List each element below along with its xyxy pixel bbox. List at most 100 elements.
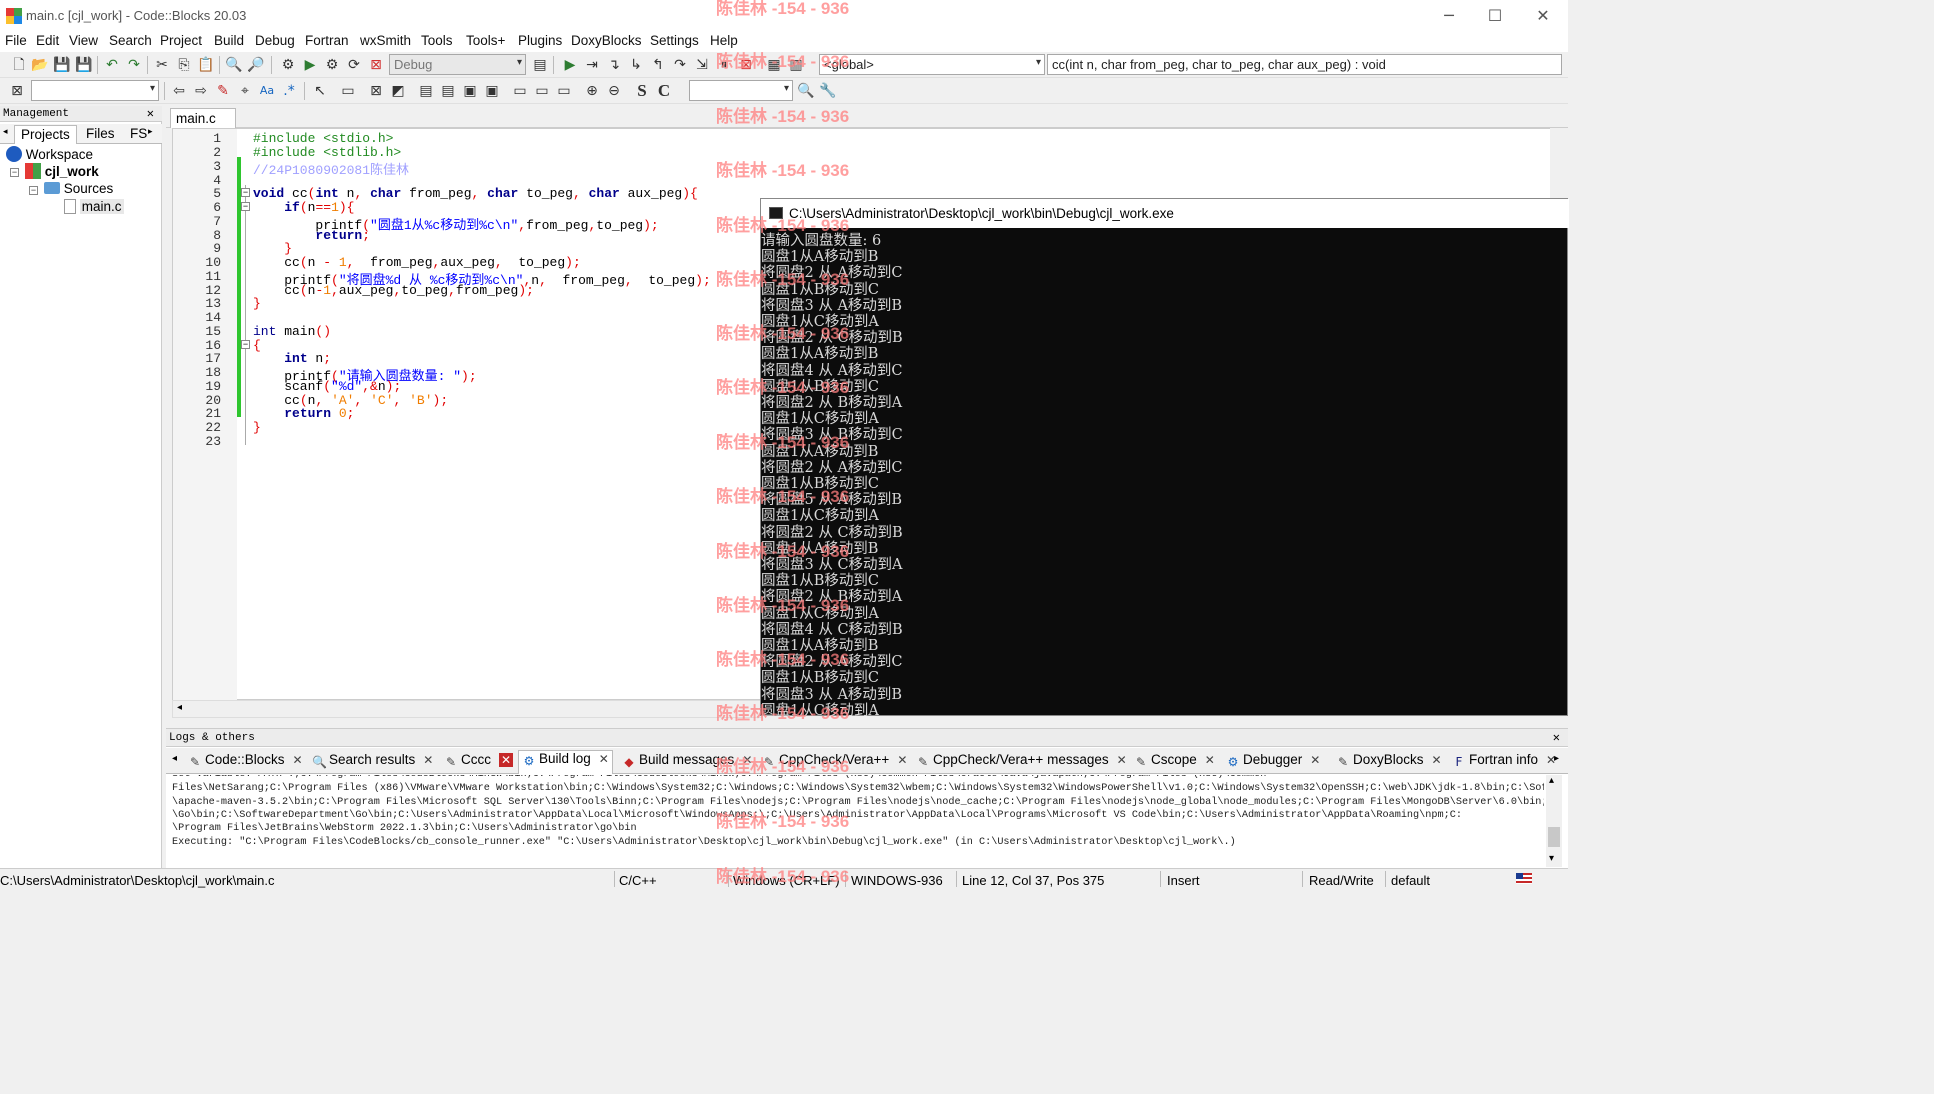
maximize-button[interactable]: ☐ [1472, 4, 1518, 28]
new-file-icon[interactable]: 🗋 [10, 56, 28, 74]
function-select[interactable]: cc(int n, char from_peg, char to_peg, ch… [1047, 54, 1562, 75]
clear-search-icon[interactable]: ⊠ [8, 82, 26, 100]
tree-project[interactable]: cjl_work [25, 163, 99, 179]
tab-log-build-log[interactable]: ⚙ Build log ✕ [518, 750, 613, 774]
tab-log-cccc[interactable]: ✎ Cccc ✕ [444, 752, 514, 769]
symbol-search-input[interactable]: ▾ [689, 80, 793, 101]
close-tab-icon[interactable]: ✕ [599, 752, 609, 766]
tab-main-c[interactable]: main.c ✕ [170, 108, 236, 141]
select-target-icon[interactable]: ⌖ [236, 82, 254, 100]
run-to-cursor-icon[interactable]: ⇥ [583, 56, 601, 74]
do-while-icon[interactable]: ▣ [483, 82, 501, 100]
zoom-in-icon[interactable]: ⊕ [583, 82, 601, 100]
break-icon[interactable]: ▭ [511, 82, 529, 100]
for-icon[interactable]: ▤ [439, 82, 457, 100]
settings-wrench-icon[interactable]: 🔧 [819, 82, 837, 100]
editor-horizontal-scrollbar[interactable]: ◂ [172, 700, 762, 718]
menu-view[interactable]: View [69, 33, 98, 48]
rebuild-icon[interactable]: ⟳ [345, 56, 363, 74]
paste-icon[interactable]: 📋 [197, 56, 215, 74]
copy-icon[interactable]: ⎘ [175, 56, 193, 74]
save-icon[interactable]: 💾 [53, 56, 71, 74]
tree-file-main[interactable]: main.c [64, 199, 124, 214]
tab-log-debugger[interactable]: ⚙ Debugger ✕ [1226, 752, 1321, 769]
menu-help[interactable]: Help [710, 33, 738, 48]
undo-icon[interactable]: ↶ [103, 56, 121, 74]
collapse-toggle-icon[interactable]: − [29, 186, 38, 195]
close-tab-icon[interactable]: ✕ [423, 753, 433, 767]
fold-toggle-icon[interactable]: − [241, 340, 250, 349]
menu-doxyblocks[interactable]: DoxyBlocks [571, 33, 642, 48]
pause-icon[interactable]: ⏸ [715, 56, 733, 74]
close-tab-icon[interactable]: ✕ [1117, 753, 1127, 767]
zoom-out-icon[interactable]: ⊖ [605, 82, 623, 100]
search-input[interactable]: ▾ [31, 80, 159, 101]
console-window[interactable]: C:\Users\Administrator\Desktop\cjl_work\… [760, 198, 1569, 719]
tree-workspace[interactable]: Workspace [6, 146, 93, 162]
return-icon[interactable]: ▭ [555, 82, 573, 100]
close-tab-icon[interactable]: ✕ [1546, 753, 1556, 767]
fold-toggle-icon[interactable]: − [241, 202, 250, 211]
debug-run-icon[interactable]: ▶ [561, 56, 579, 74]
cut-icon[interactable]: ✂ [153, 56, 171, 74]
find-icon[interactable]: 🔍 [225, 56, 243, 74]
next-line-icon[interactable]: ↴ [605, 56, 623, 74]
menu-file[interactable]: File [5, 33, 27, 48]
debug-windows-icon[interactable]: ▦ [765, 56, 783, 74]
tab-log-build-messages[interactable]: ◆ Build messages ✕ [622, 752, 752, 769]
tab-log-search-results[interactable]: 🔍 Search results ✕ [312, 752, 433, 769]
nav-back-icon[interactable]: ⇦ [170, 82, 188, 100]
editor-vertical-scrollbar[interactable] [1550, 128, 1564, 198]
scroll-down-icon[interactable]: ▾ [1549, 853, 1554, 864]
close-tab-icon[interactable]: ✕ [1205, 753, 1215, 767]
abort-icon[interactable]: ⊠ [367, 56, 385, 74]
menu-tools[interactable]: Tools [421, 33, 453, 48]
scroll-left-icon[interactable]: ◂ [177, 702, 182, 713]
collapse-toggle-icon[interactable]: − [10, 168, 19, 177]
close-icon[interactable]: ✕ [1553, 729, 1560, 747]
minimize-button[interactable]: ─ [1426, 4, 1472, 28]
tab-log-fortran-info[interactable]: F Fortran info ✕ [1452, 752, 1557, 769]
redo-icon[interactable]: ↷ [125, 56, 143, 74]
menu-settings[interactable]: Settings [650, 33, 699, 48]
tab-projects[interactable]: Projects [14, 125, 77, 144]
step-instruction-icon[interactable]: ⇲ [693, 56, 711, 74]
close-window-button[interactable]: ✕ [1520, 4, 1566, 28]
while-icon[interactable]: ▣ [461, 82, 479, 100]
else-icon[interactable]: ◩ [389, 82, 407, 100]
highlight-icon[interactable]: ✎ [214, 82, 232, 100]
if-icon[interactable]: ⊠ [367, 82, 385, 100]
tab-scroll-right-icon[interactable]: ▸ [148, 126, 153, 137]
log-vertical-scrollbar[interactable]: ▴ ▾ [1546, 775, 1562, 867]
tab-log-cppcheck-vera-messages[interactable]: ✎ CppCheck/Vera++ messages ✕ [916, 752, 1127, 769]
tab-scroll-left-icon[interactable]: ◂ [172, 753, 177, 764]
menu-fortran[interactable]: Fortran [305, 33, 349, 48]
open-file-icon[interactable]: 📂 [31, 56, 49, 74]
menu-project[interactable]: Project [160, 33, 202, 48]
match-case-icon[interactable]: Aa [258, 82, 276, 100]
scope-select[interactable]: <global> ▾ [819, 54, 1045, 75]
tree-folder-sources[interactable]: Sources [44, 181, 113, 196]
menu-search[interactable]: Search [109, 33, 152, 48]
s-button[interactable]: S [633, 82, 651, 100]
close-tab-icon[interactable]: ✕ [1310, 753, 1320, 767]
build-options-icon[interactable]: ▤ [531, 56, 549, 74]
tab-log-doxyblocks[interactable]: ✎ DoxyBlocks ✕ [1336, 752, 1442, 769]
tab-log-cppcheck-vera-[interactable]: ✎ CppCheck/Vera++ ✕ [762, 752, 907, 769]
tab-log-code-blocks[interactable]: ✎ Code::Blocks ✕ [188, 752, 303, 769]
step-into-icon[interactable]: ↳ [627, 56, 645, 74]
menu-plugins[interactable]: Plugins [518, 33, 562, 48]
menu-wxsmith[interactable]: wxSmith [360, 33, 411, 48]
close-tab-icon[interactable]: ✕ [1432, 753, 1442, 767]
menu-edit[interactable]: Edit [36, 33, 59, 48]
close-icon[interactable]: ✕ [147, 106, 154, 122]
c-button[interactable]: C [655, 82, 673, 100]
find-symbol-icon[interactable]: 🔍 [797, 82, 815, 100]
build-icon[interactable]: ⚙ [279, 56, 297, 74]
menu-debug[interactable]: Debug [255, 33, 295, 48]
fold-toggle-icon[interactable]: − [241, 188, 250, 197]
loop-icon[interactable]: ▤ [417, 82, 435, 100]
tab-scroll-left-icon[interactable]: ◂ [3, 126, 8, 137]
close-tab-icon[interactable]: ✕ [499, 753, 514, 767]
console-title-bar[interactable]: C:\Users\Administrator\Desktop\cjl_work\… [761, 199, 1569, 228]
